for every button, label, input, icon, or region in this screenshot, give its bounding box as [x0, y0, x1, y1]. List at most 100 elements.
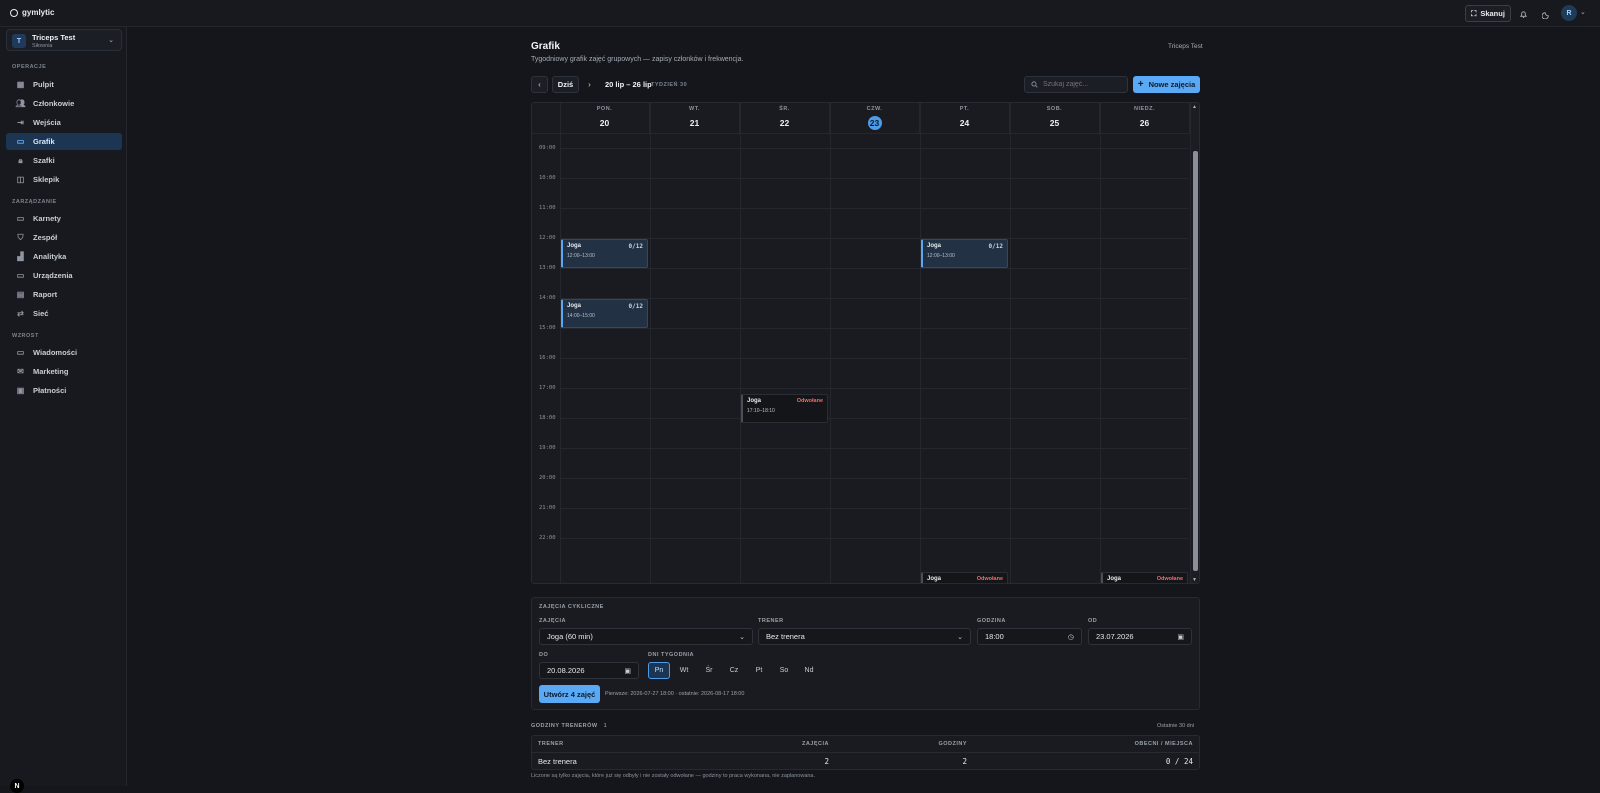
- day-of-week: PT.: [959, 106, 970, 112]
- trainer-select[interactable]: Bez trenera ⌄: [758, 628, 971, 645]
- day-column-divider: [560, 103, 561, 583]
- class-event[interactable]: Joga 12:00–13:00 0/12: [561, 239, 648, 268]
- weekday-pt[interactable]: Pt: [748, 662, 770, 679]
- hour-gridline: [560, 418, 1188, 419]
- event-status: Odwołane: [976, 576, 1003, 582]
- avatar[interactable]: R: [1561, 5, 1577, 21]
- app-logo[interactable]: gymlytic: [10, 8, 54, 17]
- hour-gridline: [560, 358, 1188, 359]
- scroll-down-icon[interactable]: ▼: [1192, 577, 1197, 583]
- day-header[interactable]: ŚR. 22: [740, 103, 830, 133]
- sidebar-item-devices[interactable]: ▭ Urządzenia: [6, 267, 122, 284]
- day-number: 24: [959, 118, 970, 128]
- weekday-cz[interactable]: Cz: [723, 662, 745, 679]
- day-of-week: NIEDZ.: [1133, 106, 1156, 112]
- calendar-scrollbar-thumb[interactable]: [1193, 151, 1198, 571]
- search-input[interactable]: [1043, 81, 1123, 88]
- column-header: TRENER: [538, 741, 564, 747]
- day-header[interactable]: PT. 24: [920, 103, 1010, 133]
- sidebar-item-team[interactable]: ⛉ Zespół: [6, 229, 122, 246]
- event-capacity: 0/12: [988, 243, 1003, 250]
- from-date-input[interactable]: 23.07.2026 ▣: [1088, 628, 1192, 645]
- sidebar-item-lockers[interactable]: 🔒︎ Szafki: [6, 152, 122, 169]
- trainer-hours-title: GODZINY TRENERÓW 1: [531, 723, 607, 729]
- day-of-week: CZW.: [866, 106, 883, 112]
- new-class-label: Nowe zajęcia: [1148, 80, 1196, 89]
- week-number: TYDZIEŃ 30: [651, 82, 688, 88]
- sidebar: T Triceps Test Siłownia ⌄ OPERACJE ▦ Pulp…: [0, 27, 127, 793]
- hour-gridline: [560, 388, 1188, 389]
- sidebar-section-title: ZARZĄDZANIE: [12, 199, 57, 205]
- sidebar-item-entries[interactable]: ⇥ Wejścia: [6, 114, 122, 131]
- to-date-input[interactable]: 20.08.2026 ▣: [539, 662, 639, 679]
- weekday-so[interactable]: So: [773, 662, 795, 679]
- week-calendar: ▲ ▼ PON. 20 WT. 21 ŚR. 22 CZW. 23 PT. 24 SOB. 25 NIE…: [531, 102, 1200, 584]
- new-class-button[interactable]: + Nowe zajęcia: [1133, 76, 1200, 93]
- scan-button[interactable]: ⛶ Skanuj: [1465, 5, 1511, 22]
- hour-gridline: [560, 538, 1188, 539]
- sidebar-item-label: Wejścia: [33, 118, 61, 127]
- sidebar-item-pulpit[interactable]: ▦ Pulpit: [6, 76, 122, 93]
- day-header[interactable]: SOB. 25: [1010, 103, 1100, 133]
- sidebar-item-label: Wiadomości: [33, 348, 78, 357]
- search-box[interactable]: [1024, 76, 1128, 93]
- moon-icon[interactable]: [1538, 6, 1554, 22]
- class-event[interactable]: Joga 12:00–13:00 0/12: [921, 239, 1008, 268]
- today-button[interactable]: Dziś: [552, 76, 579, 93]
- event-time: 12:00–13:00: [567, 253, 595, 259]
- sidebar-item-messages[interactable]: ▭ Wiadomości: [6, 344, 122, 361]
- hour-label: 22:00: [539, 535, 556, 541]
- day-header[interactable]: NIEDZ. 26: [1100, 103, 1190, 133]
- to-date-label: DO: [539, 652, 549, 658]
- hour-label: 20:00: [539, 475, 556, 481]
- from-date-value: 23.07.2026: [1096, 632, 1134, 641]
- trainer-hours-footnote: Liczone są tylko zajęcia, które już się …: [531, 773, 816, 779]
- hours-cell: 2: [962, 757, 967, 766]
- cancelled-class-event[interactable]: Joga Odwołane: [921, 572, 1008, 583]
- day-column-divider: [920, 103, 921, 583]
- hour-gridline: [560, 178, 1188, 179]
- day-header[interactable]: CZW. 23: [830, 103, 920, 133]
- sidebar-item-analytics[interactable]: ▟ Analityka: [6, 248, 122, 265]
- hour-label: 15:00: [539, 325, 556, 331]
- sidebar-item-label: Urządzenia: [33, 271, 73, 280]
- cancelled-class-event[interactable]: Joga Odwołane: [1101, 572, 1188, 583]
- bell-icon[interactable]: [1515, 6, 1531, 22]
- weekday-nd[interactable]: Nd: [798, 662, 820, 679]
- day-header[interactable]: WT. 21: [650, 103, 740, 133]
- sidebar-item-schedule[interactable]: ▭ Grafik: [6, 133, 122, 150]
- class-event[interactable]: Joga 14:00–15:00 0/12: [561, 299, 648, 328]
- dev-tools-icon[interactable]: N: [10, 779, 24, 793]
- sidebar-item-payments[interactable]: ▣ Płatności: [6, 382, 122, 399]
- prev-week-button[interactable]: ‹: [531, 76, 548, 93]
- cancelled-class-event[interactable]: Joga 17:10–18:10 Odwołane: [741, 394, 828, 424]
- chevron-right-icon: ›: [588, 80, 591, 89]
- sidebar-item-marketing[interactable]: ✉︎ Marketing: [6, 363, 122, 380]
- sidebar-item-passes[interactable]: ▭ Karnety: [6, 210, 122, 227]
- weekday-pn[interactable]: Pn: [648, 662, 670, 679]
- weekday-wt[interactable]: Wt: [673, 662, 695, 679]
- sidebar-item-report[interactable]: ▤ Raport: [6, 286, 122, 303]
- class-select[interactable]: Joga (60 min) ⌄: [539, 628, 753, 645]
- sidebar-item-members[interactable]: 👥︎ Członkowie: [6, 95, 122, 112]
- sidebar-item-network[interactable]: ⇄ Sieć: [6, 305, 122, 322]
- message-icon: ▭: [16, 348, 25, 357]
- calendar-header-divider: [532, 133, 1190, 134]
- gym-switcher[interactable]: T Triceps Test Siłownia ⌄: [6, 29, 122, 51]
- hour-input[interactable]: 18:00 ◷: [977, 628, 1082, 645]
- day-number: 26: [1139, 118, 1150, 128]
- event-capacity: 0/12: [628, 303, 643, 310]
- chevron-down-icon[interactable]: ⌄: [1580, 8, 1586, 16]
- from-date-label: OD: [1088, 618, 1098, 624]
- next-week-button[interactable]: ›: [581, 76, 598, 93]
- create-classes-button[interactable]: Utwórz 4 zajęć: [539, 685, 600, 703]
- sidebar-item-shop[interactable]: ◫ Sklepik: [6, 171, 122, 188]
- payment-icon: ▣: [16, 386, 25, 395]
- sidebar-item-label: Członkowie: [33, 99, 75, 108]
- weekday-sr[interactable]: Śr: [698, 662, 720, 679]
- scroll-up-icon[interactable]: ▲: [1192, 104, 1197, 110]
- day-header[interactable]: PON. 20: [560, 103, 650, 133]
- date-range: 20 lip – 26 lip: [605, 80, 652, 89]
- day-of-week: PON.: [596, 106, 613, 112]
- event-status: Odwołane: [796, 398, 823, 405]
